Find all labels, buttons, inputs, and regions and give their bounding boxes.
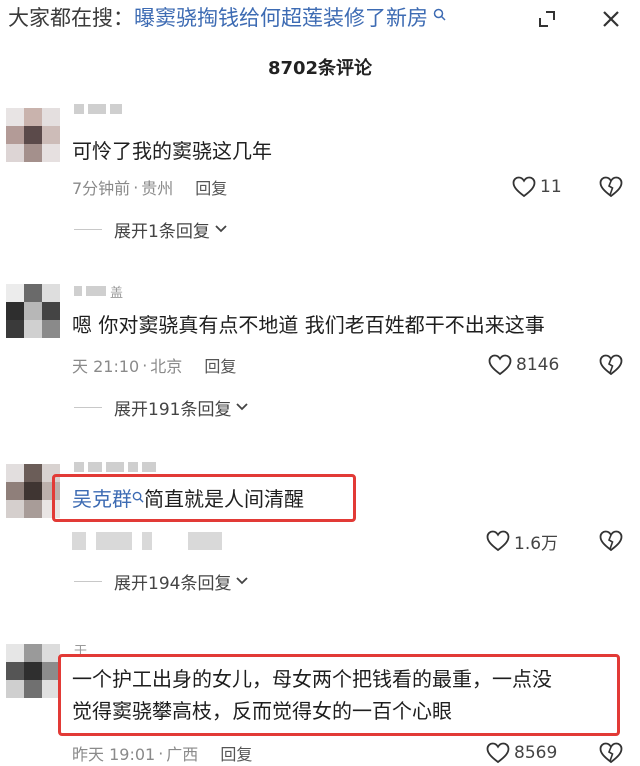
reply-button[interactable]: 回复 — [195, 175, 227, 199]
like-count: 11 — [540, 177, 562, 197]
search-icon — [132, 491, 144, 506]
search-suggestion-prefix: 大家都在搜： — [8, 6, 134, 30]
divider — [74, 406, 102, 408]
heart-icon — [486, 530, 510, 552]
like-button[interactable]: 8146 — [488, 352, 559, 378]
comment-meta: 7分钟前 · 贵州 回复 — [72, 174, 227, 200]
comments-screen: 大家都在搜：曝窦骁掏钱给何超莲装修了新房 8702条评论 可怜了我的窦骁这几年 … — [0, 0, 640, 766]
divider — [74, 580, 102, 582]
like-button[interactable]: 11 — [512, 174, 562, 200]
comment-time: 昨天 19:01 — [72, 745, 156, 764]
broken-heart-icon[interactable] — [598, 740, 624, 766]
search-suggestion[interactable]: 大家都在搜：曝窦骁掏钱给何超莲装修了新房 — [8, 4, 446, 32]
comment-meta: 昨天 19:01 · 广西 回复 — [72, 740, 252, 766]
comment-text-line-2: 觉得窦骁攀高枝，反而觉得女的一百个心眼 — [72, 699, 452, 723]
expand-icon[interactable] — [534, 6, 560, 32]
meta-separator: · — [158, 743, 164, 763]
username-blurred[interactable]: 盖 — [74, 282, 124, 301]
expand-replies-button[interactable]: 展开191条回复 — [74, 394, 249, 420]
avatar[interactable] — [6, 108, 60, 162]
comment-text: 可怜了我的窦骁这几年 — [72, 139, 272, 163]
comment-meta: 天 21:10 · 北京 回复 — [72, 352, 236, 378]
comment-location: 广西 — [166, 745, 199, 764]
like-count: 1.6万 — [514, 533, 559, 554]
username: 盖 — [110, 285, 124, 301]
expand-replies-label: 展开1条回复 — [114, 221, 210, 242]
heart-icon — [486, 742, 510, 764]
comment-item: 盖 嗯 你对窦骁真有点不地道 我们老百姓都干不出来这事 天 21:10 · 北京… — [0, 270, 640, 420]
broken-heart-icon[interactable] — [598, 174, 624, 200]
chevron-down-icon — [235, 576, 249, 586]
comment-item: 干 一个护工出身的女儿，母女两个把钱看的最重，一点没 觉得窦骁攀高枝，反而觉得女… — [0, 630, 640, 766]
avatar[interactable] — [6, 644, 60, 698]
comment-time: 7分钟前 — [72, 179, 131, 198]
divider — [74, 228, 102, 230]
meta-separator: · — [133, 177, 139, 197]
comment-text: 嗯 你对窦骁真有点不地道 我们老百姓都干不出来这事 — [72, 313, 545, 337]
close-icon[interactable] — [598, 6, 624, 32]
comment-item: 可怜了我的窦骁这几年 7分钟前 · 贵州 回复 11 展开1条回复 — [0, 96, 640, 246]
comment-location: 贵州 — [141, 179, 174, 198]
comment-body: 简直就是人间清醒 — [144, 487, 304, 511]
heart-icon — [512, 176, 536, 198]
mention-link[interactable]: 吴克群 — [72, 487, 132, 511]
broken-heart-icon[interactable] — [598, 352, 624, 378]
expand-replies-button[interactable]: 展开194条回复 — [74, 568, 249, 594]
reply-button[interactable]: 回复 — [220, 741, 252, 765]
avatar[interactable] — [6, 284, 60, 338]
reply-button[interactable]: 回复 — [204, 353, 236, 377]
like-button[interactable]: 8569 — [486, 740, 557, 766]
chevron-down-icon — [214, 224, 228, 234]
comment-count: 8702条评论 — [267, 58, 373, 79]
comment-item: 吴克群 简直就是人间清醒 1.6万 展开194条回复 — [0, 450, 640, 600]
search-icon — [429, 8, 446, 25]
comment-location: 北京 — [150, 357, 183, 376]
expand-replies-label: 展开194条回复 — [114, 573, 232, 594]
comment-text-line-1: 一个护工出身的女儿，母女两个把钱看的最重，一点没 — [72, 667, 552, 691]
comment-text: 吴克群 简直就是人间清醒 — [72, 484, 304, 514]
expand-replies-button[interactable]: 展开1条回复 — [74, 216, 228, 242]
search-suggestion-query[interactable]: 曝窦骁掏钱给何超莲装修了新房 — [134, 6, 428, 30]
meta-separator: · — [142, 355, 148, 375]
chevron-down-icon — [235, 402, 249, 412]
like-count: 8146 — [516, 355, 560, 375]
expand-replies-label: 展开191条回复 — [114, 399, 232, 420]
heart-icon — [488, 354, 512, 376]
like-count: 8569 — [514, 743, 558, 763]
username-blurred[interactable] — [74, 100, 122, 118]
like-button[interactable]: 1.6万 — [486, 528, 558, 554]
comment-time: 天 21:10 — [72, 357, 140, 376]
broken-heart-icon[interactable] — [598, 528, 624, 554]
comment-meta-blurred — [72, 528, 232, 554]
